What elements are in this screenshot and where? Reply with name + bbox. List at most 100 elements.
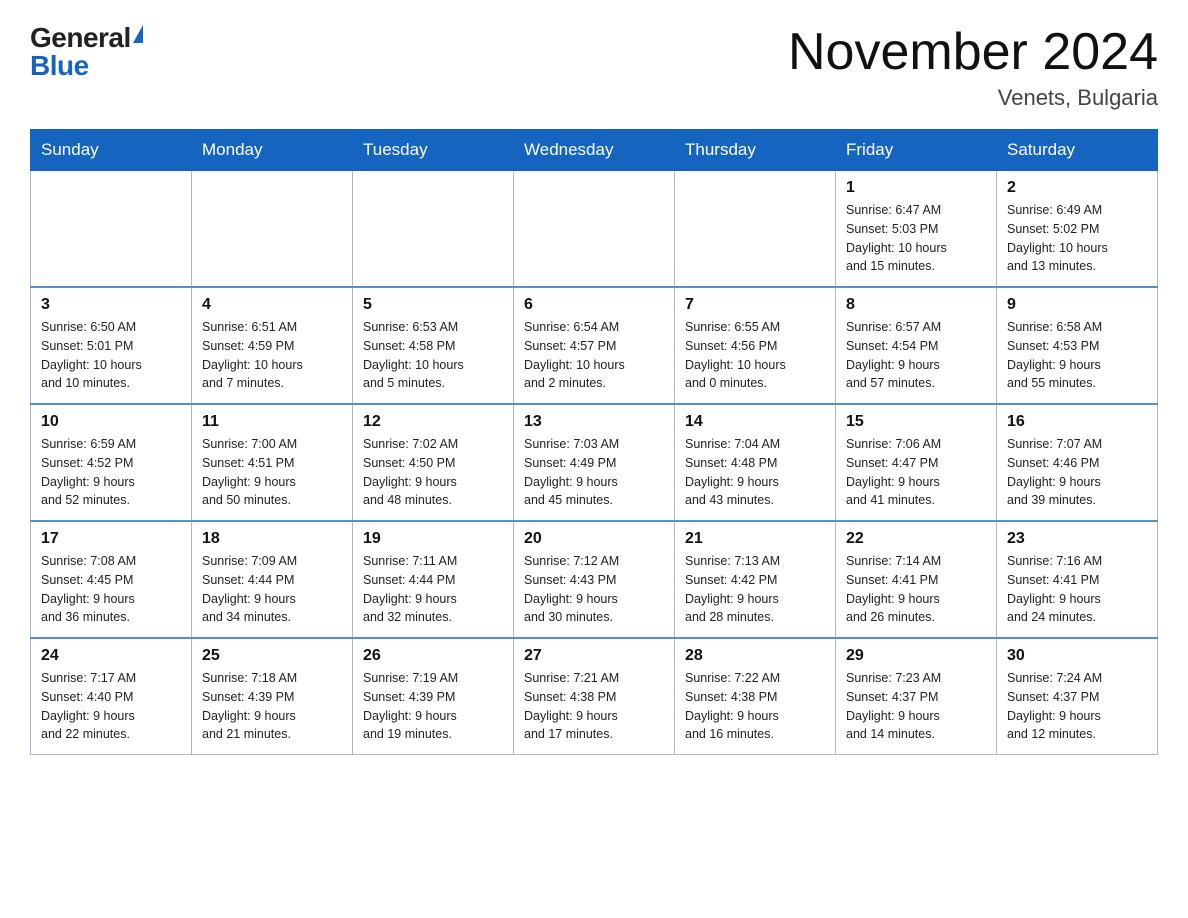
day-number: 21: [685, 530, 825, 548]
calendar-cell: 20 Sunrise: 7:12 AMSunset: 4:43 PMDayligh…: [514, 521, 675, 638]
calendar-cell: [192, 171, 353, 288]
day-info: Sunrise: 7:04 AMSunset: 4:48 PMDaylight:…: [685, 435, 825, 510]
calendar-table: SundayMondayTuesdayWednesdayThursdayFrid…: [30, 129, 1158, 755]
calendar-cell: 9 Sunrise: 6:58 AMSunset: 4:53 PMDaylight…: [997, 287, 1158, 404]
calendar-cell: 8 Sunrise: 6:57 AMSunset: 4:54 PMDaylight…: [836, 287, 997, 404]
week-row-4: 17 Sunrise: 7:08 AMSunset: 4:45 PMDayligh…: [31, 521, 1158, 638]
calendar-cell: 22 Sunrise: 7:14 AMSunset: 4:41 PMDayligh…: [836, 521, 997, 638]
day-info: Sunrise: 7:14 AMSunset: 4:41 PMDaylight:…: [846, 552, 986, 627]
day-number: 10: [41, 413, 181, 431]
logo-general-text: General: [30, 24, 131, 52]
calendar-cell: 26 Sunrise: 7:19 AMSunset: 4:39 PMDayligh…: [353, 638, 514, 755]
day-number: 18: [202, 530, 342, 548]
day-info: Sunrise: 7:19 AMSunset: 4:39 PMDaylight:…: [363, 669, 503, 744]
week-row-3: 10 Sunrise: 6:59 AMSunset: 4:52 PMDayligh…: [31, 404, 1158, 521]
day-info: Sunrise: 7:13 AMSunset: 4:42 PMDaylight:…: [685, 552, 825, 627]
day-info: Sunrise: 7:16 AMSunset: 4:41 PMDaylight:…: [1007, 552, 1147, 627]
day-info: Sunrise: 7:06 AMSunset: 4:47 PMDaylight:…: [846, 435, 986, 510]
day-number: 9: [1007, 296, 1147, 314]
day-info: Sunrise: 6:51 AMSunset: 4:59 PMDaylight:…: [202, 318, 342, 393]
location: Venets, Bulgaria: [788, 85, 1158, 111]
day-info: Sunrise: 7:18 AMSunset: 4:39 PMDaylight:…: [202, 669, 342, 744]
calendar-cell: 16Sunrise: 7:07 AMSunset: 4:46 PMDayligh…: [997, 404, 1158, 521]
day-number: 4: [202, 296, 342, 314]
calendar-cell: 4 Sunrise: 6:51 AMSunset: 4:59 PMDaylight…: [192, 287, 353, 404]
day-info: Sunrise: 6:59 AMSunset: 4:52 PMDaylight:…: [41, 435, 181, 510]
weekday-header-sunday: Sunday: [31, 130, 192, 171]
day-number: 25: [202, 647, 342, 665]
day-number: 26: [363, 647, 503, 665]
day-info: Sunrise: 6:57 AMSunset: 4:54 PMDaylight:…: [846, 318, 986, 393]
week-row-1: 1 Sunrise: 6:47 AMSunset: 5:03 PMDaylight…: [31, 171, 1158, 288]
day-number: 22: [846, 530, 986, 548]
month-title: November 2024: [788, 24, 1158, 81]
calendar-cell: 6Sunrise: 6:54 AMSunset: 4:57 PMDaylight…: [514, 287, 675, 404]
calendar-cell: [31, 171, 192, 288]
day-info: Sunrise: 7:00 AMSunset: 4:51 PMDaylight:…: [202, 435, 342, 510]
calendar-cell: 19 Sunrise: 7:11 AMSunset: 4:44 PMDayligh…: [353, 521, 514, 638]
week-row-2: 3 Sunrise: 6:50 AMSunset: 5:01 PMDaylight…: [31, 287, 1158, 404]
day-number: 8: [846, 296, 986, 314]
day-number: 30: [1007, 647, 1147, 665]
day-info: Sunrise: 6:55 AMSunset: 4:56 PMDaylight:…: [685, 318, 825, 393]
day-number: 15: [846, 413, 986, 431]
day-number: 2: [1007, 179, 1147, 197]
day-info: Sunrise: 7:12 AMSunset: 4:43 PMDaylight:…: [524, 552, 664, 627]
day-number: 17: [41, 530, 181, 548]
day-info: Sunrise: 6:47 AMSunset: 5:03 PMDaylight:…: [846, 201, 986, 276]
day-info: Sunrise: 6:58 AMSunset: 4:53 PMDaylight:…: [1007, 318, 1147, 393]
page-header: General Blue November 2024 Venets, Bulga…: [30, 24, 1158, 111]
day-number: 23: [1007, 530, 1147, 548]
day-number: 3: [41, 296, 181, 314]
logo-triangle-icon: [133, 25, 143, 43]
day-number: 28: [685, 647, 825, 665]
calendar-cell: 13Sunrise: 7:03 AMSunset: 4:49 PMDayligh…: [514, 404, 675, 521]
day-info: Sunrise: 7:03 AMSunset: 4:49 PMDaylight:…: [524, 435, 664, 510]
day-number: 1: [846, 179, 986, 197]
calendar-cell: 29 Sunrise: 7:23 AMSunset: 4:37 PMDayligh…: [836, 638, 997, 755]
day-info: Sunrise: 6:50 AMSunset: 5:01 PMDaylight:…: [41, 318, 181, 393]
day-number: 20: [524, 530, 664, 548]
calendar-cell: 23 Sunrise: 7:16 AMSunset: 4:41 PMDayligh…: [997, 521, 1158, 638]
calendar-cell: 1 Sunrise: 6:47 AMSunset: 5:03 PMDaylight…: [836, 171, 997, 288]
day-info: Sunrise: 6:54 AMSunset: 4:57 PMDaylight:…: [524, 318, 664, 393]
weekday-header-friday: Friday: [836, 130, 997, 171]
calendar-cell: [514, 171, 675, 288]
day-number: 29: [846, 647, 986, 665]
calendar-cell: 25 Sunrise: 7:18 AMSunset: 4:39 PMDayligh…: [192, 638, 353, 755]
calendar-cell: 28Sunrise: 7:22 AMSunset: 4:38 PMDayligh…: [675, 638, 836, 755]
weekday-header-monday: Monday: [192, 130, 353, 171]
day-info: Sunrise: 7:08 AMSunset: 4:45 PMDaylight:…: [41, 552, 181, 627]
day-info: Sunrise: 7:23 AMSunset: 4:37 PMDaylight:…: [846, 669, 986, 744]
weekday-header-row: SundayMondayTuesdayWednesdayThursdayFrid…: [31, 130, 1158, 171]
day-info: Sunrise: 6:49 AMSunset: 5:02 PMDaylight:…: [1007, 201, 1147, 276]
logo-blue-text: Blue: [30, 52, 89, 80]
calendar-cell: 11Sunrise: 7:00 AMSunset: 4:51 PMDayligh…: [192, 404, 353, 521]
day-number: 5: [363, 296, 503, 314]
calendar-cell: 18Sunrise: 7:09 AMSunset: 4:44 PMDayligh…: [192, 521, 353, 638]
day-number: 24: [41, 647, 181, 665]
calendar-cell: 2 Sunrise: 6:49 AMSunset: 5:02 PMDaylight…: [997, 171, 1158, 288]
weekday-header-wednesday: Wednesday: [514, 130, 675, 171]
day-number: 14: [685, 413, 825, 431]
calendar-cell: 5Sunrise: 6:53 AMSunset: 4:58 PMDaylight…: [353, 287, 514, 404]
calendar-cell: [353, 171, 514, 288]
day-number: 19: [363, 530, 503, 548]
day-number: 7: [685, 296, 825, 314]
calendar-cell: 17 Sunrise: 7:08 AMSunset: 4:45 PMDayligh…: [31, 521, 192, 638]
logo: General Blue: [30, 24, 143, 80]
calendar-cell: 24Sunrise: 7:17 AMSunset: 4:40 PMDayligh…: [31, 638, 192, 755]
day-number: 27: [524, 647, 664, 665]
calendar-cell: 12Sunrise: 7:02 AMSunset: 4:50 PMDayligh…: [353, 404, 514, 521]
calendar-cell: 21 Sunrise: 7:13 AMSunset: 4:42 PMDayligh…: [675, 521, 836, 638]
weekday-header-saturday: Saturday: [997, 130, 1158, 171]
title-section: November 2024 Venets, Bulgaria: [788, 24, 1158, 111]
calendar-cell: 30Sunrise: 7:24 AMSunset: 4:37 PMDayligh…: [997, 638, 1158, 755]
day-info: Sunrise: 7:07 AMSunset: 4:46 PMDaylight:…: [1007, 435, 1147, 510]
calendar-cell: 3 Sunrise: 6:50 AMSunset: 5:01 PMDaylight…: [31, 287, 192, 404]
weekday-header-thursday: Thursday: [675, 130, 836, 171]
calendar-cell: [675, 171, 836, 288]
day-info: Sunrise: 7:02 AMSunset: 4:50 PMDaylight:…: [363, 435, 503, 510]
week-row-5: 24Sunrise: 7:17 AMSunset: 4:40 PMDayligh…: [31, 638, 1158, 755]
day-info: Sunrise: 7:11 AMSunset: 4:44 PMDaylight:…: [363, 552, 503, 627]
